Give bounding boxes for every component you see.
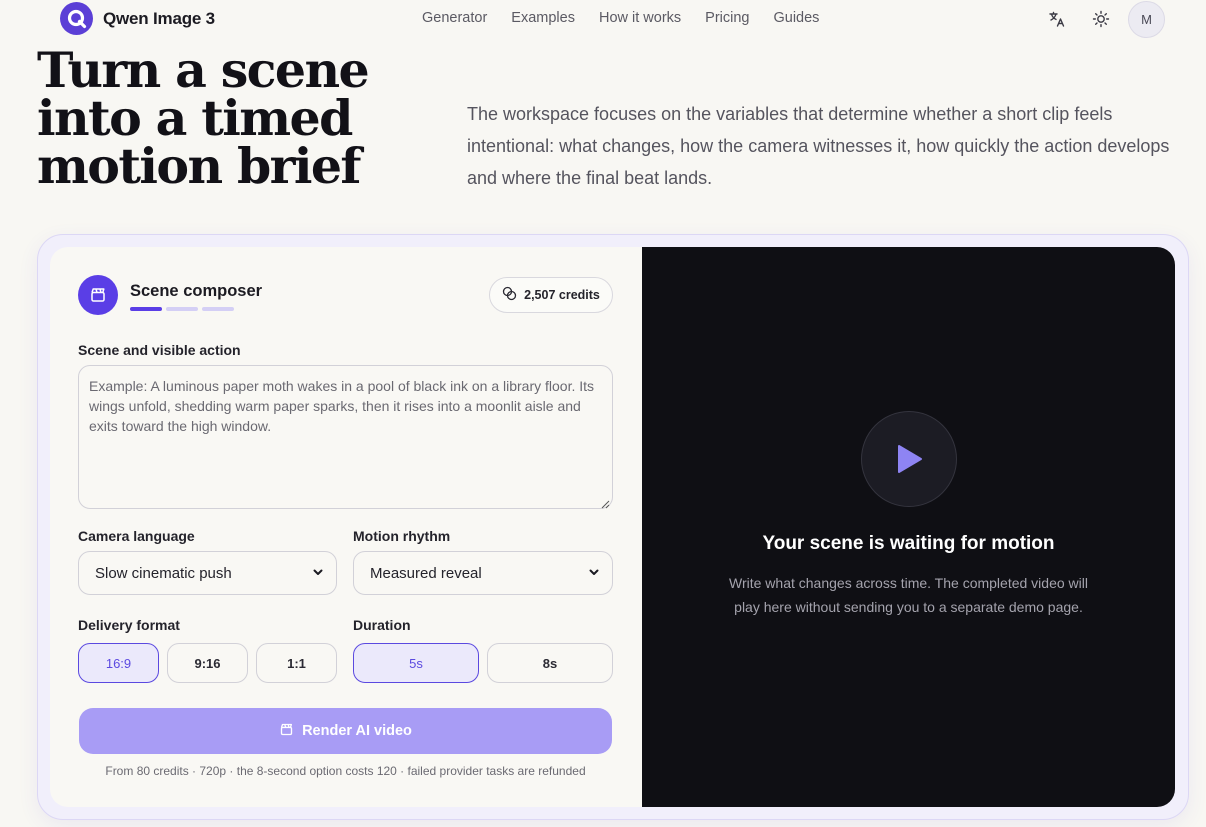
top-nav: Qwen Image 3 Generator Examples How it w…	[0, 0, 1206, 40]
duration-option-5s[interactable]: 5s	[353, 643, 479, 683]
play-icon[interactable]	[861, 411, 957, 507]
camera-label: Camera language	[78, 528, 195, 544]
chevron-down-icon	[312, 565, 324, 582]
clapperboard-icon	[279, 722, 294, 741]
render-button-label: Render AI video	[302, 723, 412, 739]
step-indicator-2	[166, 307, 198, 311]
step-indicator-1	[130, 307, 162, 311]
render-video-button[interactable]: Render AI video	[79, 708, 612, 754]
sun-icon[interactable]	[1090, 8, 1112, 30]
format-option-16-9[interactable]: 16:9	[78, 643, 159, 683]
brand-logo-icon[interactable]	[60, 2, 93, 35]
rhythm-select[interactable]: Measured reveal	[353, 551, 613, 595]
scene-input[interactable]	[78, 365, 613, 509]
avatar[interactable]: M	[1128, 1, 1165, 38]
step-indicator-3	[202, 307, 234, 311]
brand-name[interactable]: Qwen Image 3	[103, 9, 215, 29]
nav-links: Generator Examples How it works Pricing …	[422, 10, 843, 26]
pricing-footnote: From 80 credits · 720p · the 8-second op…	[105, 764, 586, 778]
format-option-9-16[interactable]: 9:16	[167, 643, 248, 683]
chevron-down-icon	[588, 565, 600, 582]
translate-icon[interactable]	[1046, 8, 1068, 30]
nav-link-pricing[interactable]: Pricing	[705, 10, 749, 26]
nav-link-guides[interactable]: Guides	[773, 10, 819, 26]
format-option-1-1[interactable]: 1:1	[256, 643, 337, 683]
clapperboard-icon	[78, 275, 118, 315]
preview-title: Your scene is waiting for motion	[762, 533, 1055, 554]
nav-link-how-it-works[interactable]: How it works	[599, 10, 681, 26]
page-title: Turn a scene into a timed motion brief	[37, 41, 370, 195]
video-preview-panel	[642, 247, 1175, 807]
credits-count: 2,507 credits	[524, 288, 600, 302]
resize-handle-icon[interactable]	[600, 496, 610, 509]
coins-icon	[502, 286, 517, 304]
rhythm-select-value: Measured reveal	[370, 564, 482, 582]
scene-label: Scene and visible action	[78, 342, 241, 358]
format-label: Delivery format	[78, 617, 180, 633]
credits-badge[interactable]: 2,507 credits	[489, 277, 613, 313]
composer-title: Scene composer	[130, 282, 263, 300]
duration-option-8s[interactable]: 8s	[487, 643, 613, 683]
rhythm-label: Motion rhythm	[353, 528, 451, 544]
hero-description: The workspace focuses on the variables t…	[467, 104, 1170, 188]
nav-link-generator[interactable]: Generator	[422, 10, 487, 26]
preview-description: Write what changes across time. The comp…	[729, 575, 1088, 615]
duration-label: Duration	[353, 617, 411, 633]
camera-select[interactable]: Slow cinematic push	[78, 551, 337, 595]
camera-select-value: Slow cinematic push	[95, 564, 232, 582]
nav-link-examples[interactable]: Examples	[511, 10, 575, 26]
